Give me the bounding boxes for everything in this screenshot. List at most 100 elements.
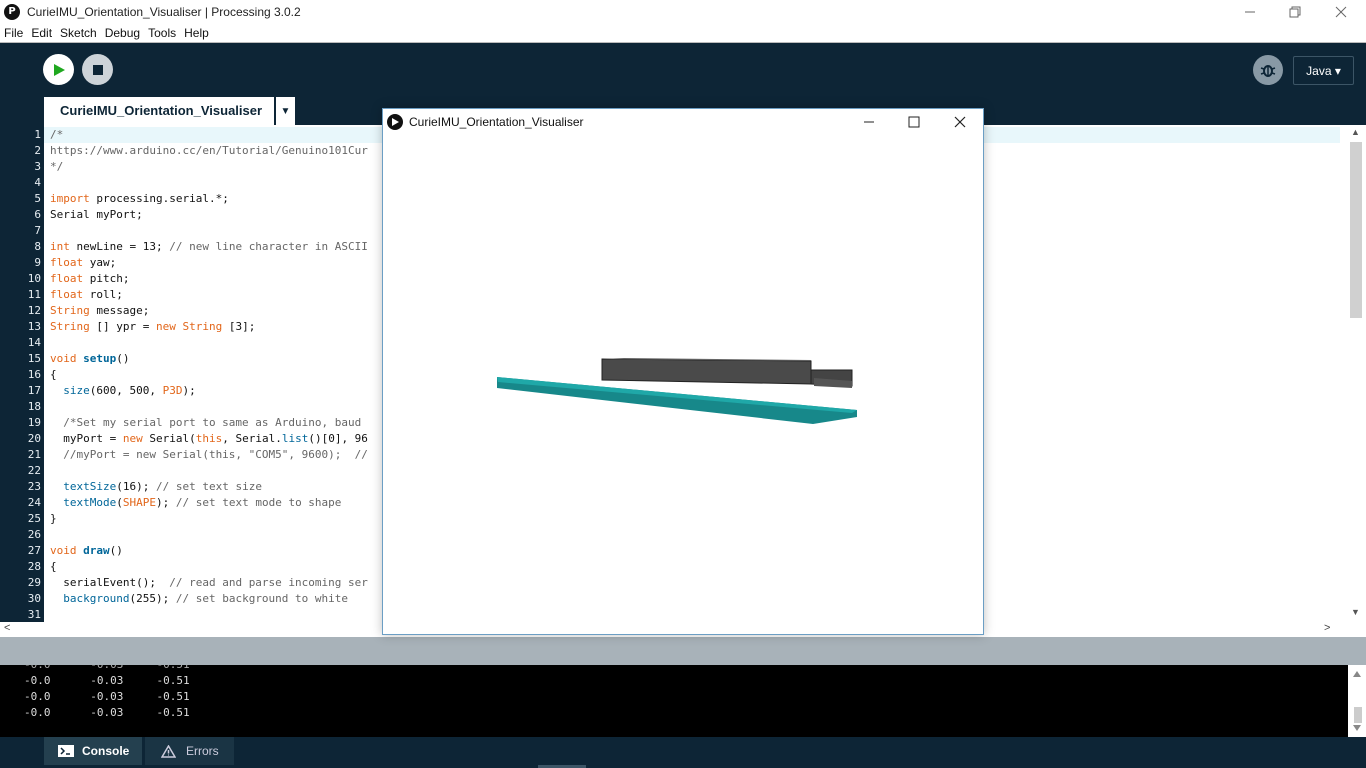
menu-edit[interactable]: Edit <box>27 26 56 40</box>
close-icon <box>954 116 966 127</box>
line-number: 22 <box>27 464 41 477</box>
restore-icon <box>1289 6 1301 17</box>
console-scrollbar[interactable] <box>1348 665 1366 737</box>
debugger-button[interactable] <box>1253 55 1283 85</box>
sketch-window: CurieIMU_Orientation_Visualiser <box>382 108 984 635</box>
code-line: textSize(16); // set text size <box>63 480 262 493</box>
console-line: -0.0 -0.03 -0.51 <box>24 706 190 719</box>
line-number: 10 <box>27 272 41 285</box>
line-number: 15 <box>27 352 41 365</box>
line-number: 4 <box>34 176 41 189</box>
run-button[interactable] <box>43 54 74 85</box>
sketch-maximize-button[interactable] <box>891 109 937 134</box>
line-number: 19 <box>27 416 41 429</box>
menu-help[interactable]: Help <box>180 26 213 40</box>
menu-tools[interactable]: Tools <box>144 26 180 40</box>
minimize-button[interactable] <box>1227 0 1273 23</box>
sketch-window-title: CurieIMU_Orientation_Visualiser <box>409 114 584 129</box>
scroll-down-icon[interactable] <box>1353 725 1361 731</box>
line-number: 7 <box>34 224 41 237</box>
code-line: String [] ypr = new String [3]; <box>50 320 256 333</box>
line-number: 30 <box>27 592 41 605</box>
scrollbar-thumb[interactable] <box>1350 142 1362 318</box>
bottom-tab-bar: Console Errors <box>0 737 1366 768</box>
sketch-minimize-button[interactable] <box>846 109 892 134</box>
code-line: /* <box>50 128 64 141</box>
line-number: 9 <box>34 256 41 269</box>
scroll-right-icon[interactable]: > <box>1324 622 1330 634</box>
menu-file[interactable]: File <box>0 26 27 40</box>
line-number: 5 <box>34 192 41 205</box>
scrollbar-corner <box>1340 622 1366 637</box>
processing-app-icon: P <box>4 3 20 20</box>
code-line: https://www.arduino.cc/en/Tutorial/Genui… <box>50 144 368 157</box>
code-line: String message; <box>50 304 150 317</box>
stop-icon <box>92 64 103 75</box>
console-line: -0.0 -0.03 -0.51 <box>24 690 190 703</box>
line-number: 31 <box>27 608 41 621</box>
sketch-canvas <box>497 358 857 424</box>
debugger-icon <box>1260 65 1276 77</box>
line-number: 3 <box>34 160 41 173</box>
code-line: { <box>50 560 57 573</box>
code-line: textMode(SHAPE); // set text mode to sha… <box>63 496 342 509</box>
line-number: 28 <box>27 560 41 573</box>
code-line: void draw() <box>50 544 123 557</box>
line-number: 17 <box>27 384 41 397</box>
line-number: 1 <box>34 128 41 141</box>
menu-debug[interactable]: Debug <box>101 26 144 40</box>
tab-console[interactable]: Console <box>44 737 142 765</box>
code-line: myPort = new Serial(this, Serial.list()[… <box>50 432 368 445</box>
line-number-gutter: 1 2 3 4 5 6 7 8 9 10 11 12 13 14 15 16 17 18 19 20 21 22 23 24 2… <box>0 125 44 622</box>
line-number: 14 <box>27 336 41 349</box>
code-line: float pitch; <box>50 272 130 285</box>
tab-errors-label: Errors <box>186 744 219 758</box>
tab-errors[interactable]: Errors <box>145 737 234 765</box>
code-line: */ <box>50 160 64 173</box>
console-icon <box>58 745 74 757</box>
tab-sketch[interactable]: CurieIMU_Orientation_Visualiser <box>44 97 274 125</box>
line-number: 8 <box>34 240 41 253</box>
code-line: float roll; <box>50 288 123 301</box>
console-scrollbar-thumb[interactable] <box>1354 707 1362 723</box>
minimize-icon <box>864 121 874 122</box>
scroll-up-icon[interactable] <box>1353 671 1361 677</box>
line-number: 20 <box>27 432 41 445</box>
code-line: } <box>50 512 57 525</box>
close-button[interactable] <box>1318 0 1364 23</box>
line-number: 21 <box>27 448 41 461</box>
console-divider[interactable] <box>0 637 1366 665</box>
sketch-close-button[interactable] <box>937 109 983 134</box>
editor-vertical-scrollbar[interactable]: ▲ ▼ <box>1340 125 1366 622</box>
stop-button[interactable] <box>82 54 113 85</box>
code-line: size(600, 500, P3D); <box>63 384 196 397</box>
restore-button[interactable] <box>1272 0 1318 23</box>
code-line: void setup() <box>50 352 130 365</box>
maximize-icon <box>908 116 920 127</box>
console-line: -0.0 -0.03 -0.51 <box>24 665 190 673</box>
sketch-window-titlebar: CurieIMU_Orientation_Visualiser <box>383 109 983 134</box>
scroll-left-icon[interactable]: < <box>4 622 10 634</box>
tab-console-label: Console <box>82 744 130 758</box>
scroll-down-icon[interactable]: ▼ <box>1351 607 1360 617</box>
line-number: 12 <box>27 304 41 317</box>
line-number: 24 <box>27 496 41 509</box>
line-number: 18 <box>27 400 41 413</box>
line-number: 13 <box>27 320 41 333</box>
menu-sketch[interactable]: Sketch <box>56 26 101 40</box>
code-line: { <box>50 368 57 381</box>
mode-selector[interactable]: Java ▾ <box>1293 56 1354 85</box>
scroll-up-icon[interactable]: ▲ <box>1351 127 1360 137</box>
code-line: //myPort = new Serial(this, "COM5", 9600… <box>50 448 368 461</box>
window-title: CurieIMU_Orientation_Visualiser | Proces… <box>27 4 301 19</box>
line-number: 27 <box>27 544 41 557</box>
code-line: float yaw; <box>50 256 117 269</box>
menu-bar: File Edit Sketch Debug Tools Help <box>0 23 1366 43</box>
line-number: 23 <box>27 480 41 493</box>
line-number: 29 <box>27 576 41 589</box>
line-number: 6 <box>34 208 41 221</box>
arduino-board-3d <box>497 358 857 424</box>
tab-menu-button[interactable]: ▼ <box>276 97 295 125</box>
console-output: -0.0 -0.03 -0.51 -0.0 -0.03 -0.51 -0.0 -… <box>0 665 1348 737</box>
line-number: 25 <box>27 512 41 525</box>
